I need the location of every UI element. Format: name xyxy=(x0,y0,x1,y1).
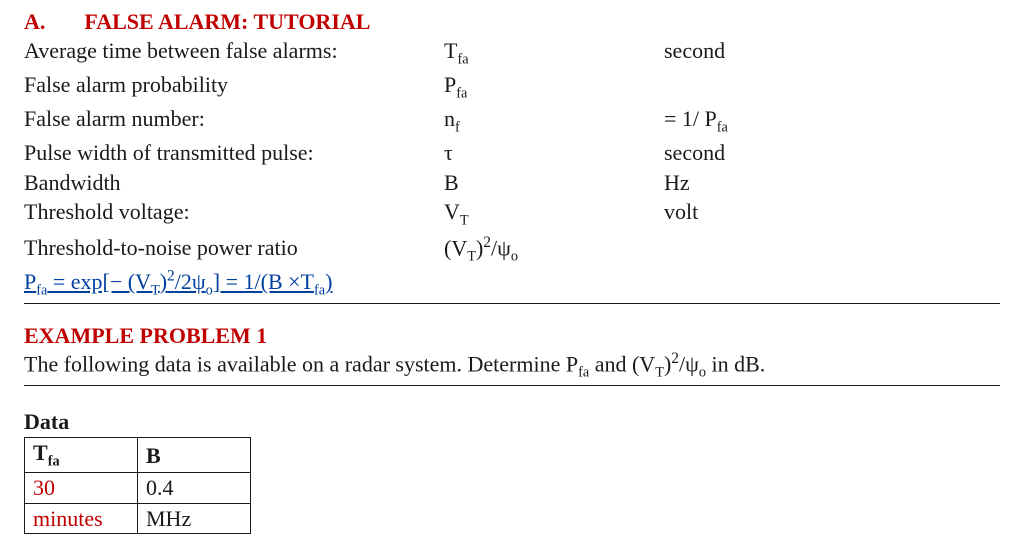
section-divider-1 xyxy=(24,303,1000,304)
data-heading: Data xyxy=(24,408,1000,436)
definition-desc: False alarm number: xyxy=(24,104,444,138)
definition-row: Pulse width of transmitted pulse:τsecond xyxy=(24,138,1000,168)
example-heading: EXAMPLE PROBLEM 1 xyxy=(24,322,1000,350)
definition-desc: False alarm probability xyxy=(24,70,444,104)
definition-unit: = 1/ Pfa xyxy=(664,104,1000,138)
example-text: The following data is available on a rad… xyxy=(24,349,1000,383)
definition-row: False alarm probabilityPfa xyxy=(24,70,1000,104)
formula: Pfa = exp[− (VT)2/2ψo] = 1/(B ×Tfa) xyxy=(24,267,1000,301)
formula-span: Pfa = exp[− (VT)2/2ψo] = 1/(B ×Tfa) xyxy=(24,269,332,294)
section-title: FALSE ALARM: TUTORIAL xyxy=(84,9,370,34)
definitions-table: Average time between false alarms:Tfasec… xyxy=(24,36,1000,268)
section-letter: A. xyxy=(24,9,45,34)
definition-desc: Bandwidth xyxy=(24,168,444,198)
definition-row: Average time between false alarms:Tfasec… xyxy=(24,36,1000,70)
definition-symbol: VT xyxy=(444,197,664,231)
definition-row: Threshold voltage:VTvolt xyxy=(24,197,1000,231)
definition-unit xyxy=(664,70,1000,104)
definition-desc: Average time between false alarms: xyxy=(24,36,444,70)
section-header: A. FALSE ALARM: TUTORIAL xyxy=(24,8,1000,36)
definition-unit: volt xyxy=(664,197,1000,231)
definition-symbol: B xyxy=(444,168,664,198)
data-cell: B xyxy=(138,438,251,473)
data-cell: 30 xyxy=(25,473,138,504)
definition-unit: Hz xyxy=(664,168,1000,198)
definition-row: BandwidthBHz xyxy=(24,168,1000,198)
definition-symbol: Tfa xyxy=(444,36,664,70)
data-cell: 0.4 xyxy=(138,473,251,504)
definition-symbol: τ xyxy=(444,138,664,168)
data-cell: MHz xyxy=(138,503,251,534)
definition-unit xyxy=(664,232,1000,268)
definition-symbol: (VT)2/ψo xyxy=(444,232,664,268)
definition-row: Threshold-to-noise power ratio(VT)2/ψo xyxy=(24,232,1000,268)
definition-unit: second xyxy=(664,36,1000,70)
definition-desc: Threshold-to-noise power ratio xyxy=(24,232,444,268)
data-cell: Tfa xyxy=(25,438,138,473)
definition-symbol: nf xyxy=(444,104,664,138)
definition-desc: Pulse width of transmitted pulse: xyxy=(24,138,444,168)
definition-row: False alarm number:nf= 1/ Pfa xyxy=(24,104,1000,138)
data-table: TfaB 300.4 minutesMHz xyxy=(24,437,251,534)
data-cell: minutes xyxy=(25,503,138,534)
definition-symbol: Pfa xyxy=(444,70,664,104)
definition-unit: second xyxy=(664,138,1000,168)
section-divider-2 xyxy=(24,385,1000,386)
definition-desc: Threshold voltage: xyxy=(24,197,444,231)
